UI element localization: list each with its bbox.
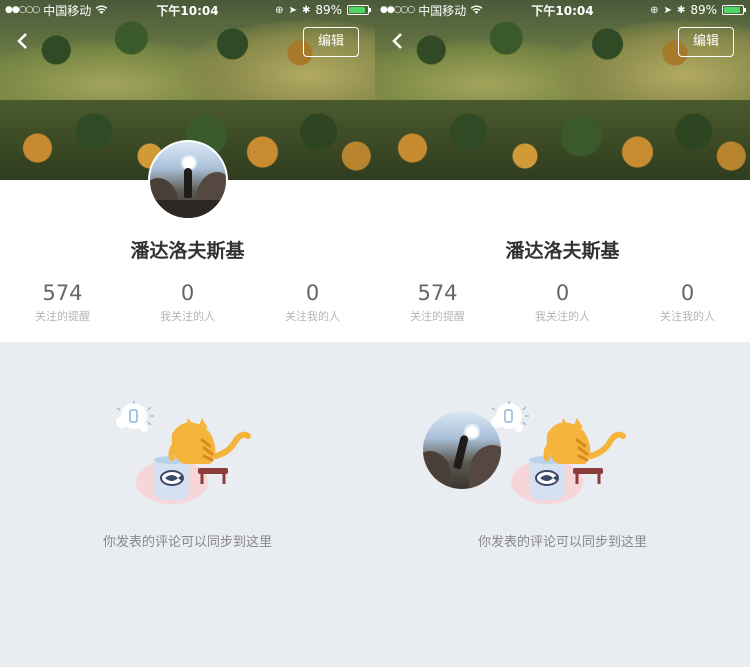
empty-message: 你发表的评论可以同步到这里 [477,535,647,550]
stat-following[interactable]: 0 我关注的人 [500,282,625,324]
stat-value: 0 [680,281,695,305]
stat-label: 我关注的人 [160,310,215,323]
stat-label: 我关注的人 [535,310,590,323]
profile-name: 潘达洛夫斯基 [505,240,620,262]
empty-message: 你发表的评论可以同步到这里 [102,535,272,550]
dragged-avatar[interactable] [423,411,501,489]
comparison-container: ●●○○○ 中国移动 下午10:04 ⊕ ➤ ✱ 89% 编辑 潘达洛夫斯基 5… [0,0,750,667]
rotation-lock-icon: ⊕ [275,4,284,16]
profile-screen-left: ●●○○○ 中国移动 下午10:04 ⊕ ➤ ✱ 89% 编辑 潘达洛夫斯基 5… [0,0,375,667]
stat-value: 574 [42,281,83,305]
stat-value: 574 [417,281,458,305]
stat-following[interactable]: 0 我关注的人 [125,282,250,324]
stats-row: 574 关注的提醒 0 我关注的人 0 关注我的人 [0,282,375,324]
bluetooth-icon: ✱ [301,4,311,16]
chevron-left-icon [392,33,402,49]
avatar[interactable] [148,140,228,220]
edit-button[interactable]: 编辑 [678,27,734,57]
empty-state: 你发表的评论可以同步到这里 [375,342,750,667]
stat-value: 0 [180,281,195,305]
profile-name: 潘达洛夫斯基 [130,240,245,262]
stat-label: 关注我的人 [660,310,715,323]
stat-label: 关注的提醒 [35,310,90,323]
location-icon: ➤ [663,4,672,16]
stat-followed-alerts[interactable]: 574 关注的提醒 [375,282,500,324]
empty-state: 你发表的评论可以同步到这里 [0,342,375,667]
edit-button[interactable]: 编辑 [303,27,359,57]
bluetooth-icon: ✱ [676,4,686,16]
back-button[interactable] [16,32,36,52]
battery-icon [722,5,746,15]
back-button[interactable] [391,32,411,52]
status-bar: ●●○○○ 中国移动 下午10:04 ⊕ ➤ ✱ 89% [375,0,750,20]
stat-label: 关注我的人 [285,310,340,323]
chevron-left-icon [17,33,27,49]
stat-value: 0 [555,281,570,305]
cat-fishbowl-illustration [116,401,251,504]
stat-value: 0 [305,281,320,305]
stat-followers[interactable]: 0 关注我的人 [625,282,750,324]
profile-card: 潘达洛夫斯基 574 关注的提醒 0 我关注的人 0 关注我的人 [375,180,750,342]
stat-followers[interactable]: 0 关注我的人 [250,282,375,324]
location-icon: ➤ [288,4,297,16]
cat-fishbowl-illustration [491,401,626,504]
battery-icon [347,5,371,15]
stat-followed-alerts[interactable]: 574 关注的提醒 [0,282,125,324]
profile-screen-right: ●●○○○ 中国移动 下午10:04 ⊕ ➤ ✱ 89% 编辑 潘达洛夫斯基 5… [375,0,750,667]
stats-row: 574 关注的提醒 0 我关注的人 0 关注我的人 [375,282,750,324]
rotation-lock-icon: ⊕ [650,4,659,16]
status-bar: ●●○○○ 中国移动 下午10:04 ⊕ ➤ ✱ 89% [0,0,375,20]
battery-percent: 89% [690,3,717,17]
battery-percent: 89% [315,3,342,17]
stat-label: 关注的提醒 [410,310,465,323]
